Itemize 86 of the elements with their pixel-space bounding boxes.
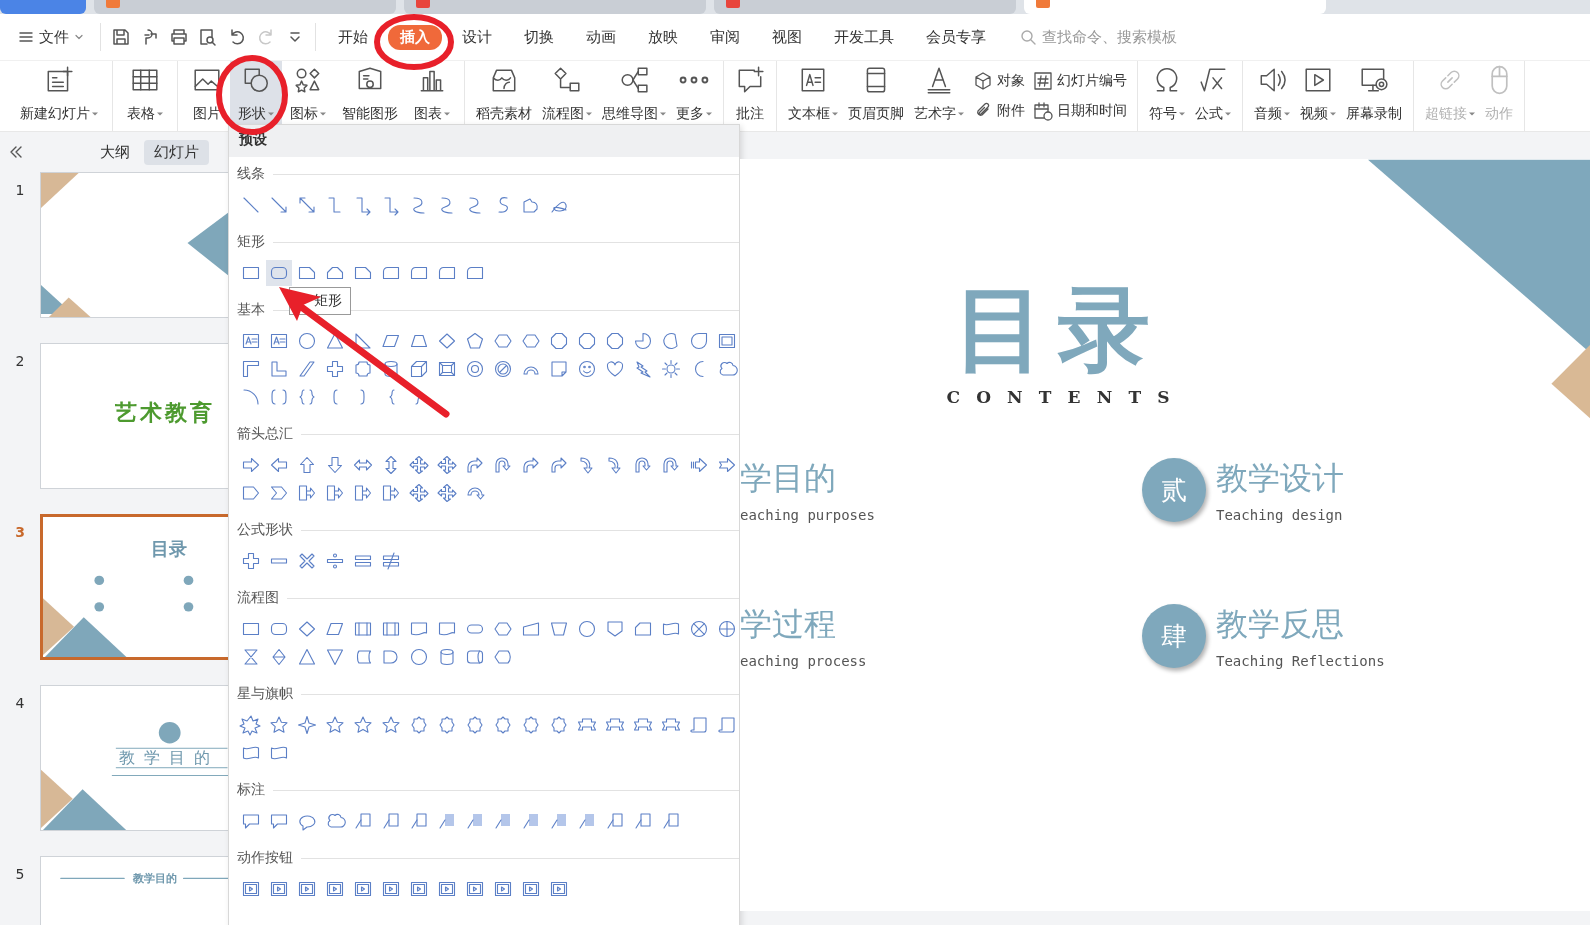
slide-thumbnail[interactable]: [40, 172, 228, 318]
collapse-icon[interactable]: [8, 144, 24, 160]
menu-icon: [18, 29, 34, 45]
ribbon-tab[interactable]: 会员专享: [914, 24, 998, 50]
number-badge: 肆: [1142, 604, 1206, 668]
section-title: 公式形状: [237, 521, 294, 539]
section-title: 线条: [237, 165, 266, 183]
rounded-rectangle-icon[interactable]: [266, 260, 292, 286]
ribbon-button[interactable]: 日期和时间: [1029, 101, 1131, 121]
bullet-dot: [183, 575, 194, 586]
slide-number: 2: [14, 352, 26, 369]
bullet-dot: [94, 602, 105, 612]
ribbon-button[interactable]: 页眉页脚: [843, 61, 909, 131]
item-subtitle: Teaching Reflections: [1216, 653, 1385, 669]
ribbon-tab[interactable]: 审阅: [698, 24, 752, 50]
print-preview-icon[interactable]: [198, 27, 218, 47]
title-rule: [60, 877, 125, 879]
document-tab[interactable]: [404, 0, 706, 14]
section-title: 基本: [237, 301, 266, 319]
ribbon-tab[interactable]: 开发工具: [822, 24, 906, 50]
number-badge: 贰: [1142, 458, 1206, 522]
ribbon-button[interactable]: 艺术字: [909, 61, 969, 131]
ribbon-button[interactable]: 新建幻灯片: [12, 61, 106, 131]
document-tab[interactable]: [1024, 0, 1326, 14]
triangle-decoration: [41, 284, 91, 317]
more-icon: [679, 75, 709, 85]
calendar-clock-icon: [1033, 101, 1053, 121]
cube-icon: [973, 71, 993, 91]
thumbnail-title: 教学目的: [133, 871, 177, 886]
number-circle: [158, 722, 181, 744]
item-title: 学目的: [740, 458, 837, 499]
ribbon-button[interactable]: 屏幕录制: [1341, 61, 1407, 131]
item-title: 学过程: [740, 604, 837, 645]
item-title: 教学反思: [1216, 604, 1345, 645]
ribbon-button[interactable]: 公式: [1190, 61, 1236, 131]
section-title: 星与旗帜: [237, 685, 294, 703]
mind-map-icon: [619, 65, 649, 95]
ribbon-button[interactable]: 表格: [119, 61, 171, 131]
item-subtitle: Teaching design: [1216, 507, 1344, 523]
slide-number: 3: [14, 523, 26, 540]
ribbon-tab[interactable]: 放映: [636, 24, 690, 50]
ribbon-button[interactable]: 图片: [184, 61, 230, 131]
ribbon-tab[interactable]: 切换: [512, 24, 566, 50]
slide-thumbnail[interactable]: 艺术教育: [40, 343, 228, 489]
ribbon-button[interactable]: 符号: [1144, 61, 1190, 131]
print-icon[interactable]: [169, 27, 189, 47]
item-subtitle: eaching process: [740, 653, 867, 669]
ribbon-button[interactable]: 对象: [969, 71, 1029, 91]
title-rule: [182, 877, 228, 879]
caret-icon: [74, 32, 84, 42]
hash-icon: [1033, 71, 1053, 91]
ribbon-button[interactable]: 幻灯片编号: [1029, 71, 1131, 91]
ribbon-button[interactable]: 音频: [1249, 61, 1295, 131]
ribbon-tab[interactable]: 设计: [450, 24, 504, 50]
panel-tab[interactable]: 大纲: [90, 139, 140, 165]
ribbon-button[interactable]: 视频: [1295, 61, 1341, 131]
search-field[interactable]: 查找命令、搜索模板: [1020, 27, 1224, 47]
search-icon: [1020, 29, 1036, 45]
thumbnail-title: 教 学 目 的: [119, 748, 213, 769]
ribbon-tab[interactable]: 视图: [760, 24, 814, 50]
item-title: 教学设计: [1216, 458, 1344, 499]
document-tab[interactable]: [714, 0, 1016, 14]
item-subtitle: eaching purposes: [740, 507, 875, 523]
section-title: 箭头总汇: [237, 425, 294, 443]
slide-number: 4: [14, 694, 26, 711]
triangle-decoration: [41, 173, 79, 209]
bullet-dot: [183, 602, 194, 612]
slide-title: 目录: [954, 277, 1162, 383]
mouse-icon: [1490, 65, 1508, 95]
ribbon-tab[interactable]: 开始: [326, 24, 380, 50]
slide-subtitle: CONTENTS: [945, 386, 1186, 407]
ribbon-button[interactable]: 附件: [969, 101, 1029, 121]
ribbon-tab[interactable]: 动画: [574, 24, 628, 50]
section-title: 标注: [237, 781, 266, 799]
slide-number: 5: [14, 865, 26, 882]
section-title: 矩形: [237, 233, 266, 251]
bullet-dot: [94, 575, 105, 586]
section-title: 流程图: [237, 589, 280, 607]
slide-number: 1: [14, 181, 26, 198]
ribbon-button[interactable]: 文本框: [783, 61, 843, 131]
save-icon[interactable]: [111, 27, 131, 47]
thumbnail-title: 艺术教育: [115, 399, 215, 427]
panel-tab[interactable]: 幻灯片: [144, 139, 209, 165]
section-title: 动作按钮: [237, 849, 294, 867]
file-menu[interactable]: 文件: [12, 23, 90, 51]
thumbnail-title: 目录: [151, 537, 187, 561]
